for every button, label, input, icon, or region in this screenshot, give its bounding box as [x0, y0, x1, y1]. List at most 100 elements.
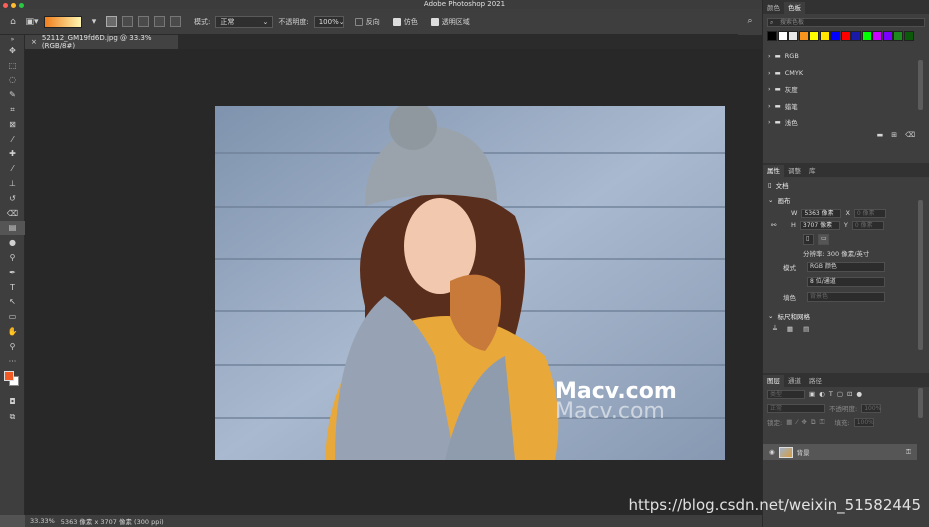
layer-opacity-field[interactable]: 100%: [861, 403, 881, 413]
tab-layers[interactable]: 图层: [763, 375, 784, 387]
swatch-5[interactable]: [819, 31, 830, 41]
tab-libraries[interactable]: 库: [805, 165, 820, 177]
tab-channels[interactable]: 通道: [784, 375, 805, 387]
swatch-7[interactable]: [840, 31, 851, 41]
type-tool-icon[interactable]: T: [0, 280, 25, 295]
fill-select[interactable]: 背景色: [807, 292, 885, 302]
blend-mode-select[interactable]: 正常: [767, 403, 825, 413]
rectangle-tool-icon[interactable]: ▭: [0, 309, 25, 324]
bit-depth-select[interactable]: 8 位/通道: [807, 276, 885, 287]
filter-type-icon[interactable]: T: [829, 390, 833, 398]
foreground-color[interactable]: [4, 370, 14, 381]
home-icon[interactable]: ⌂: [6, 15, 20, 29]
swatch-search-input[interactable]: ⌕ 搜索色板: [767, 18, 925, 27]
filter-pixel-icon[interactable]: ▣: [809, 390, 815, 398]
swatch-folder-light[interactable]: › ▬ 浅色: [763, 114, 929, 131]
swatch-11[interactable]: [882, 31, 893, 41]
history-brush-tool-icon[interactable]: ↺: [0, 191, 25, 206]
new-group-icon[interactable]: ▬: [877, 131, 884, 141]
opacity-field[interactable]: 100% ⌄: [313, 15, 345, 28]
screen-mode-icon[interactable]: ⧉: [0, 409, 25, 424]
more-tools-icon[interactable]: ···: [0, 354, 25, 369]
tab-paths[interactable]: 路径: [805, 375, 826, 387]
dither-checkbox[interactable]: 仿色: [392, 17, 418, 27]
crop-tool-icon[interactable]: ⌗: [0, 102, 25, 117]
layer-name[interactable]: 背景: [797, 447, 810, 457]
swatch-12[interactable]: [893, 31, 903, 41]
swatch-6[interactable]: [830, 31, 840, 41]
link-icon[interactable]: ⚯: [771, 221, 787, 229]
swatch-0[interactable]: [767, 31, 777, 41]
document-image[interactable]: Macv.com Macv.com: [215, 106, 725, 460]
landscape-icon[interactable]: ▭: [818, 233, 829, 245]
diamond-gradient-button[interactable]: [170, 16, 181, 27]
lasso-tool-icon[interactable]: ◌: [0, 73, 25, 88]
eraser-tool-icon[interactable]: ⌫: [0, 206, 25, 221]
swatch-13[interactable]: [903, 31, 914, 41]
stamp-tool-icon[interactable]: ⊥: [0, 176, 25, 191]
document-tab[interactable]: × 52112_GM19fd6D.jpg @ 33.3%(RGB/8#): [25, 34, 178, 50]
angle-gradient-button[interactable]: [138, 16, 149, 27]
tab-adjustments[interactable]: 调整: [784, 165, 805, 177]
tab-properties[interactable]: 属性: [763, 165, 784, 177]
chevron-down-icon[interactable]: ▾: [87, 15, 101, 29]
guides-icon[interactable]: ▤: [803, 325, 809, 333]
search-icon[interactable]: ⌕: [743, 14, 757, 28]
tab-swatches[interactable]: 色板: [784, 2, 805, 14]
x-field[interactable]: 0 像素: [853, 208, 886, 218]
lock-brush-icon[interactable]: ⁄: [796, 418, 797, 426]
swatch-folder-gray[interactable]: › ▬ 灰度: [763, 81, 929, 98]
rulers-section[interactable]: ⌄ 标尺和网格: [763, 309, 929, 323]
zoom-level[interactable]: 33.33%: [30, 517, 55, 525]
swatch-4[interactable]: [809, 31, 819, 41]
height-field[interactable]: 3707 像素: [799, 220, 840, 230]
swatch-folder-pastel[interactable]: › ▬ 蜡笔: [763, 98, 929, 115]
eyedropper-tool-icon[interactable]: ⁄: [0, 132, 25, 147]
portrait-icon[interactable]: ▯: [803, 233, 814, 245]
radial-gradient-button[interactable]: [122, 16, 133, 27]
swatch-10[interactable]: [872, 31, 882, 41]
swatch-folder-cmyk[interactable]: › ▬ CMYK: [763, 65, 929, 82]
properties-scrollbar[interactable]: [918, 200, 923, 350]
swatch-1[interactable]: [777, 31, 788, 41]
mode-select[interactable]: 正常 ⌄: [215, 15, 274, 28]
swatch-2[interactable]: [788, 31, 798, 41]
reverse-checkbox[interactable]: 反向: [354, 17, 380, 27]
lock-pixels-icon[interactable]: ▦: [786, 418, 792, 426]
eye-icon[interactable]: ◉: [769, 448, 775, 456]
quick-mask-icon[interactable]: ◘: [0, 395, 25, 410]
swatches-scrollbar[interactable]: [918, 60, 923, 110]
new-swatch-icon[interactable]: ⊞: [891, 131, 897, 141]
close-icon[interactable]: ×: [31, 38, 37, 46]
ruler-icon[interactable]: ╧: [773, 325, 777, 333]
frame-tool-icon[interactable]: ⊠: [0, 117, 25, 132]
lock-artboard-icon[interactable]: ⧉: [811, 418, 816, 427]
hand-tool-icon[interactable]: ✋: [0, 324, 25, 339]
move-tool-icon[interactable]: ✥: [0, 43, 25, 58]
filter-adjust-icon[interactable]: ◐: [819, 390, 825, 398]
healing-brush-tool-icon[interactable]: ✚: [0, 147, 25, 162]
swatch-9[interactable]: [861, 31, 872, 41]
canvas-area[interactable]: Macv.com Macv.com: [25, 49, 762, 515]
transparency-checkbox[interactable]: 透明区域: [430, 17, 470, 27]
layers-scrollbar[interactable]: [918, 388, 923, 418]
blur-tool-icon[interactable]: ●: [0, 235, 25, 250]
trash-icon[interactable]: ⌫: [905, 131, 915, 141]
gradient-picker[interactable]: [44, 15, 82, 28]
path-select-tool-icon[interactable]: ↖: [0, 295, 25, 310]
linear-gradient-button[interactable]: [106, 16, 117, 27]
layer-row-background[interactable]: ◉ 背景 ⚿: [763, 444, 917, 460]
quick-select-tool-icon[interactable]: ✎: [0, 87, 25, 102]
lock-all-icon[interactable]: ⚿: [820, 418, 825, 427]
swatch-3[interactable]: [798, 31, 809, 41]
tool-preset-picker[interactable]: ▣▾: [25, 15, 39, 29]
grid-icon[interactable]: ▦: [787, 325, 793, 333]
dodge-tool-icon[interactable]: ⚲: [0, 250, 25, 265]
y-field[interactable]: 0 像素: [851, 220, 884, 230]
pen-tool-icon[interactable]: ✒: [0, 265, 25, 280]
layer-fill-field[interactable]: 100%: [853, 417, 874, 427]
layer-filter-select[interactable]: 类型: [767, 389, 805, 399]
width-field[interactable]: 5363 像素: [801, 208, 842, 218]
filter-toggle-icon[interactable]: ●: [856, 390, 862, 398]
canvas-section[interactable]: ⌄ 画布: [763, 193, 929, 207]
